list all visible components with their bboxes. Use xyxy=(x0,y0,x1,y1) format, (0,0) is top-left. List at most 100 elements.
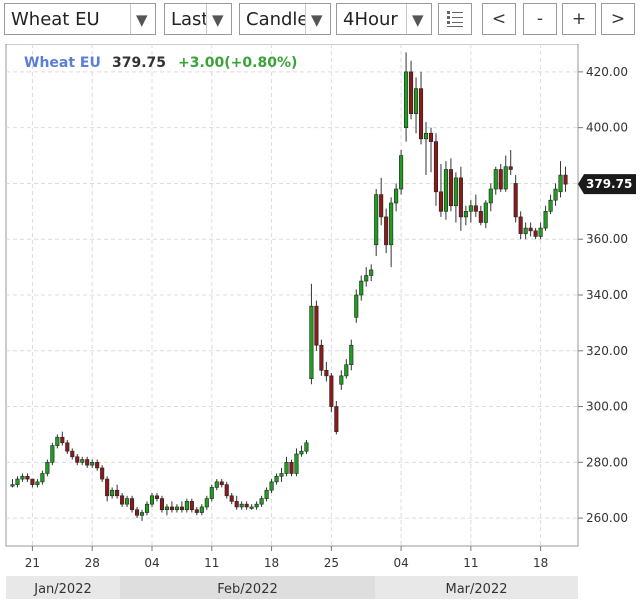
month-axis: Jan/2022 Feb/2022 Mar/2022 xyxy=(6,576,578,599)
candle-body xyxy=(523,227,528,234)
candle-body xyxy=(314,305,319,346)
candle-body xyxy=(184,501,189,511)
candle-body xyxy=(329,375,334,407)
x-tick-label: 11 xyxy=(204,556,219,570)
candle-body xyxy=(339,375,344,385)
candle-body xyxy=(354,294,359,318)
current-price-tag: 379.75 xyxy=(578,174,636,195)
candle-body xyxy=(418,88,424,140)
x-tick-label: 04 xyxy=(393,556,408,570)
x-tick-label: 25 xyxy=(324,556,339,570)
candle-body xyxy=(409,71,414,115)
candle-body xyxy=(304,442,309,452)
candle-body xyxy=(239,503,244,508)
scroll-right-button[interactable]: > xyxy=(601,3,635,35)
candle-body xyxy=(344,364,349,377)
chart-style-value: Candle xyxy=(246,9,309,30)
candle-body xyxy=(30,478,35,485)
chevron-down-icon: ▼ xyxy=(212,11,224,29)
candle-body xyxy=(493,169,498,190)
candle-body xyxy=(513,183,518,218)
candle-body xyxy=(533,230,538,237)
candle-body xyxy=(423,132,429,140)
candle-body xyxy=(428,132,434,142)
candle-body xyxy=(40,473,45,483)
candle-body xyxy=(553,188,558,201)
y-tick-label: 400.00 xyxy=(586,121,628,135)
candle-body xyxy=(214,481,219,488)
chart-area[interactable]: 260.00280.00300.00320.00340.00360.00380.… xyxy=(0,43,640,599)
y-tick-label: 340.00 xyxy=(586,288,628,302)
chart-style-dropdown-arrow[interactable]: ▼ xyxy=(305,4,330,34)
candle-body xyxy=(548,199,553,212)
candle-body xyxy=(70,450,75,458)
candle-body xyxy=(374,194,379,246)
candle-body xyxy=(309,305,314,379)
chart-style-select[interactable]: Candle ▼ xyxy=(239,3,331,35)
candle-body xyxy=(379,194,384,218)
candle-body xyxy=(528,227,533,232)
symbol-dropdown-arrow[interactable]: ▼ xyxy=(130,4,155,34)
zoom-out-button[interactable]: - xyxy=(523,3,557,35)
candle-body xyxy=(159,498,164,511)
candle-body xyxy=(384,216,389,246)
candle-body xyxy=(15,478,20,485)
symbol-select-value: Wheat EU xyxy=(11,9,100,30)
candle-body xyxy=(488,188,493,204)
price-type-select[interactable]: Last ▼ xyxy=(164,3,232,35)
y-tick-label: 280.00 xyxy=(586,455,628,469)
interval-select[interactable]: 4Hour ▼ xyxy=(336,3,432,35)
y-tick-label: 300.00 xyxy=(586,400,628,414)
candle-body xyxy=(110,489,115,497)
candle-body xyxy=(349,344,354,366)
candle-body xyxy=(364,275,369,282)
candle-body xyxy=(359,280,364,296)
indicator-list-icon xyxy=(447,11,463,27)
candle-body xyxy=(95,462,100,469)
candle-body xyxy=(169,506,174,511)
candle-body xyxy=(194,509,199,513)
candle-body xyxy=(334,406,339,432)
interval-dropdown-arrow[interactable]: ▼ xyxy=(406,4,431,34)
candle-body xyxy=(209,487,214,499)
indicators-button[interactable] xyxy=(438,3,472,35)
month-label: Feb/2022 xyxy=(217,582,277,597)
candle-body xyxy=(264,489,269,499)
candle-body xyxy=(433,141,439,193)
candle-body xyxy=(443,169,448,212)
y-axis: 260.00280.00300.00320.00340.00360.00380.… xyxy=(578,65,628,525)
y-tick-label: 260.00 xyxy=(586,511,628,525)
candle-body xyxy=(179,506,184,511)
header-change: +3.00(+0.80%) xyxy=(178,55,297,71)
candle-body xyxy=(369,269,374,276)
candle-body xyxy=(284,462,289,474)
candle-body xyxy=(199,506,204,513)
candlestick-chart[interactable]: 260.00280.00300.00320.00340.00360.00380.… xyxy=(0,43,640,599)
candle-body xyxy=(538,227,543,237)
candle-body xyxy=(125,498,130,505)
interval-value: 4Hour xyxy=(343,9,398,30)
candle-body xyxy=(394,188,399,204)
candle-body xyxy=(90,462,95,466)
candle-body xyxy=(324,369,329,377)
candle-body xyxy=(563,174,568,185)
candle-body xyxy=(483,202,488,223)
candle-body xyxy=(105,478,110,497)
y-tick-label: 420.00 xyxy=(586,65,628,79)
price-type-dropdown-arrow[interactable]: ▼ xyxy=(206,4,231,34)
candle-body xyxy=(65,442,70,452)
candle-body xyxy=(135,509,140,516)
symbol-select[interactable]: Wheat EU ▼ xyxy=(4,3,156,35)
candle-body xyxy=(438,191,443,212)
candle-body xyxy=(279,473,284,477)
candle-body xyxy=(204,498,209,508)
header-last-price: 379.75 xyxy=(112,55,166,71)
candle-body xyxy=(503,166,508,190)
candle-body xyxy=(229,495,234,502)
candle-body xyxy=(85,459,90,466)
scroll-left-button[interactable]: < xyxy=(482,3,516,35)
candle-body xyxy=(294,453,299,474)
candle-body xyxy=(254,503,259,508)
chart-toolbar: Wheat EU ▼ Last ▼ Candle ▼ 4Hour ▼ < - +… xyxy=(0,0,640,44)
zoom-in-button[interactable]: + xyxy=(562,3,596,35)
